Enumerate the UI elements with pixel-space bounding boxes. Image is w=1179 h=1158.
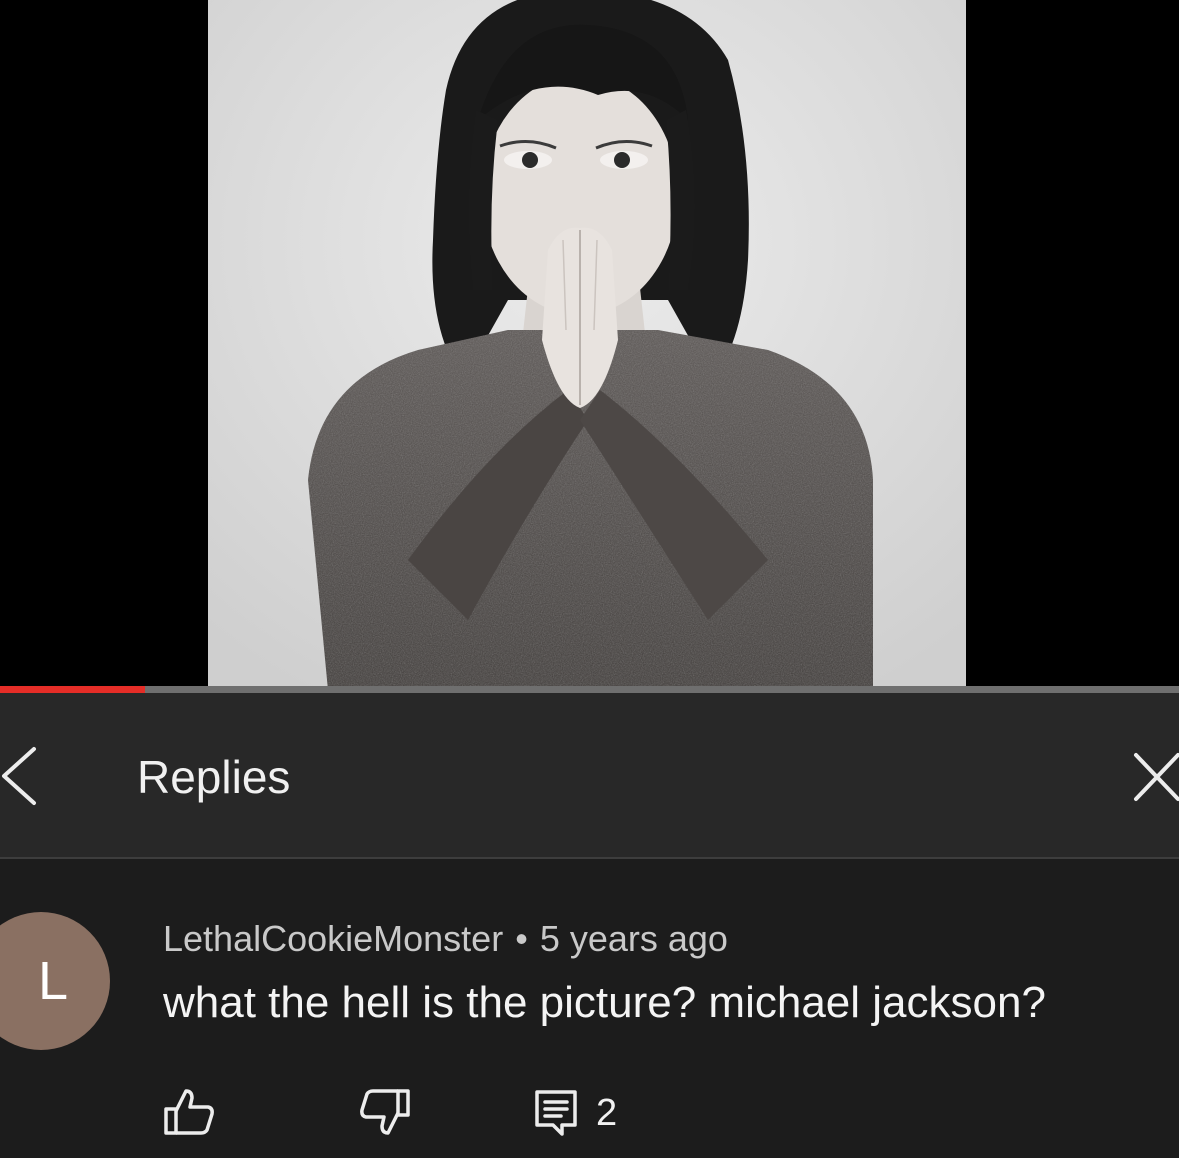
portrait-photo	[208, 0, 966, 690]
video-progress-bar[interactable]	[0, 686, 1179, 693]
video-player[interactable]	[0, 0, 1179, 693]
replies-header: Replies	[0, 693, 1179, 859]
thumb-down-icon	[360, 1089, 410, 1135]
video-frame-image	[208, 0, 966, 690]
comment-author[interactable]: LethalCookieMonster	[163, 918, 503, 959]
comment-meta: LethalCookieMonster • 5 years ago	[163, 917, 728, 961]
reply-count: 2	[596, 1092, 618, 1134]
chevron-left-icon[interactable]	[0, 743, 44, 809]
thumb-up-icon	[164, 1089, 214, 1135]
progress-played	[0, 686, 146, 693]
comment-time: 5 years ago	[539, 918, 728, 959]
avatar[interactable]: L	[0, 912, 110, 1050]
meta-separator: •	[515, 918, 528, 959]
like-button[interactable]	[162, 1087, 216, 1137]
replies-panel: Replies L LethalCookieMonster • 5 years ag…	[0, 693, 1179, 1158]
avatar-letter: L	[37, 951, 69, 1011]
comment-item: L LethalCookieMonster • 5 years ago what t…	[0, 859, 1179, 1158]
comment-icon	[535, 1090, 577, 1136]
comment-text: what the hell is the picture? michael ja…	[163, 978, 1046, 1027]
close-icon[interactable]	[1130, 747, 1179, 807]
replies-title: Replies	[137, 751, 291, 803]
reply-button[interactable]: 2	[532, 1087, 642, 1137]
dislike-button[interactable]	[358, 1087, 412, 1137]
